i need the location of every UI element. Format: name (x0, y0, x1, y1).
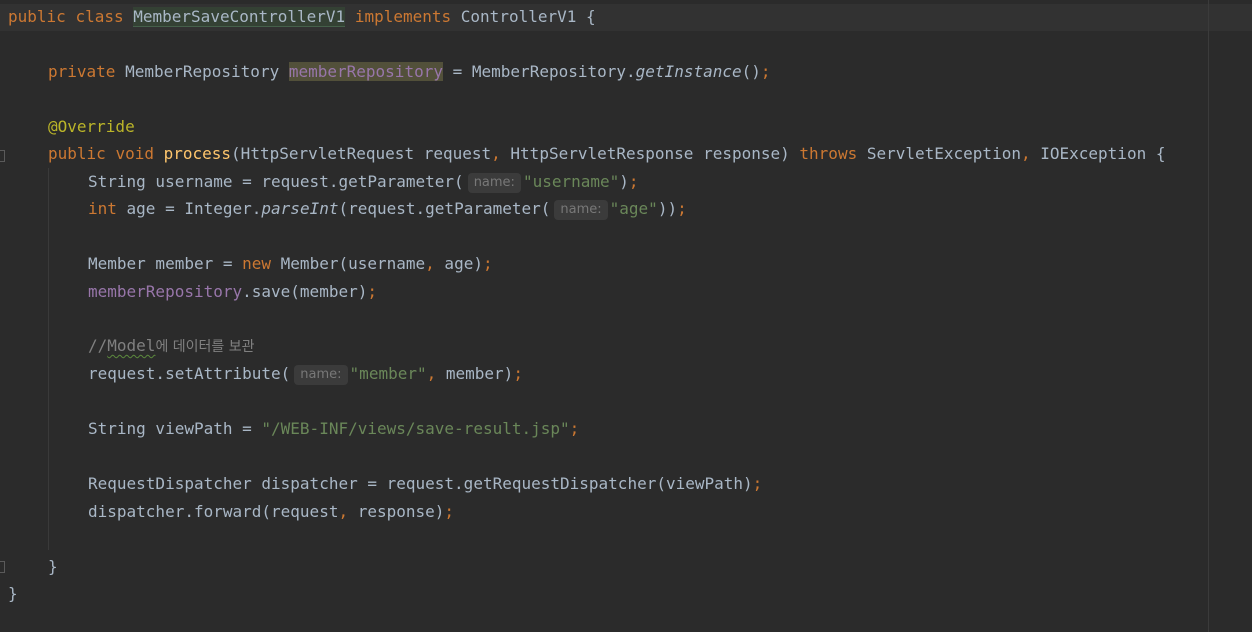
statement-text[interactable]: .save(member) (242, 282, 367, 301)
right-margin-guide (1208, 0, 1209, 632)
call-parens: () (741, 62, 761, 81)
code-line-save[interactable]: memberRepository.save(member); (88, 279, 377, 305)
comma: , (338, 502, 349, 521)
code-line-dispatcher[interactable]: RequestDispatcher dispatcher = request.g… (88, 471, 762, 497)
code-line-forward[interactable]: dispatcher.forward(request, response); (88, 499, 454, 525)
fold-marker-icon[interactable] (0, 561, 5, 573)
parameter-name-hint: name: (294, 365, 348, 385)
statement-text[interactable]: Member(username (271, 254, 426, 273)
close-paren: ) (619, 172, 629, 191)
comma: , (1020, 144, 1031, 163)
code-editor[interactable]: public class MemberSaveControllerV1 impl… (0, 0, 1252, 632)
keyword-private: private (48, 62, 116, 81)
statement-text[interactable]: age) (435, 254, 483, 273)
string-literal[interactable]: "username" (523, 172, 619, 191)
keyword-new: new (242, 254, 272, 273)
exception-servlet[interactable]: ServletException (857, 144, 1021, 163)
open-brace: { (586, 7, 596, 26)
code-line-annotation[interactable]: @Override (48, 114, 135, 140)
code-line-comment[interactable]: //Model에 데이터를 보관 (88, 333, 255, 359)
code-line-field-declaration[interactable]: private MemberRepository memberRepositor… (48, 59, 771, 85)
method-params-response[interactable]: HttpServletResponse response) (501, 144, 800, 163)
statement-text[interactable]: (request.getParameter( (338, 199, 550, 218)
code-line-age[interactable]: int age = Integer.parseInt(request.getPa… (88, 196, 687, 222)
statement-text[interactable]: request.setAttribute( (88, 364, 290, 383)
keyword-void: void (115, 144, 154, 163)
code-line-method-declaration[interactable]: public void process(HttpServletRequest r… (48, 141, 1165, 167)
parameter-name-hint: name: (554, 200, 608, 220)
parameter-name-hint: name: (467, 173, 521, 193)
semicolon: ; (569, 419, 580, 438)
class-name[interactable]: MemberSaveControllerV1 (133, 7, 346, 27)
close-paren: )) (657, 199, 678, 218)
field-name[interactable]: memberRepository (288, 62, 443, 81)
method-name[interactable]: process (164, 144, 231, 163)
field-type[interactable]: MemberRepository (125, 62, 279, 81)
statement-text[interactable]: response) (348, 502, 445, 521)
string-literal[interactable]: "member" (350, 364, 427, 383)
semicolon: ; (628, 172, 639, 191)
code-line-view-path[interactable]: String viewPath = "/WEB-INF/views/save-r… (88, 416, 579, 442)
statement-text[interactable]: member) (436, 364, 513, 383)
comment-text: 에 데이터를 보관 (155, 339, 255, 355)
field-reference[interactable]: memberRepository (88, 282, 242, 301)
comment-slashes: // (88, 336, 108, 355)
statement-text[interactable]: dispatcher.forward(request (88, 502, 338, 521)
semicolon: ; (482, 254, 493, 273)
keyword-public: public (48, 144, 106, 163)
statement-text[interactable]: String viewPath = (88, 419, 261, 438)
comment-typo-word[interactable]: Model (107, 336, 155, 355)
exception-io[interactable]: IOException { (1031, 144, 1165, 163)
code-line-method-close[interactable]: } (48, 554, 58, 580)
comma: , (491, 144, 501, 163)
code-line-class-close[interactable]: } (8, 581, 18, 607)
method-params-request[interactable]: (HttpServletRequest request (231, 144, 491, 163)
code-line-class-declaration[interactable]: public class MemberSaveControllerV1 impl… (8, 4, 596, 30)
keyword-class: class (75, 7, 124, 26)
string-literal[interactable]: "age" (610, 199, 658, 218)
comma: , (426, 364, 437, 383)
comma: , (425, 254, 435, 273)
statement-text[interactable]: Member member = (88, 254, 242, 273)
code-line-set-attribute[interactable]: request.setAttribute(name: "member", memb… (88, 361, 523, 387)
static-method-call[interactable]: parseInt (261, 199, 338, 218)
semicolon: ; (513, 364, 523, 383)
keyword-public: public (8, 7, 66, 26)
keyword-int: int (88, 199, 117, 218)
indent-guide (48, 168, 49, 550)
fold-marker-icon[interactable] (0, 150, 5, 162)
semicolon: ; (752, 474, 763, 493)
string-literal[interactable]: "/WEB-INF/views/save-result.jsp" (261, 419, 569, 438)
static-method-call[interactable]: getInstance (636, 62, 742, 81)
statement-text[interactable]: String username = request.getParameter( (88, 172, 464, 191)
code-line-username[interactable]: String username = request.getParameter(n… (88, 169, 639, 195)
semicolon: ; (444, 502, 455, 521)
keyword-throws: throws (799, 144, 858, 163)
call-target[interactable]: MemberRepository. (472, 62, 636, 81)
statement-text[interactable]: age = Integer. (117, 199, 262, 218)
semicolon: ; (677, 199, 687, 218)
assign-operator: = (452, 62, 463, 81)
semicolon: ; (367, 282, 377, 301)
statement-text[interactable]: RequestDispatcher dispatcher = request.g… (88, 474, 753, 493)
code-line-member[interactable]: Member member = new Member(username, age… (88, 251, 493, 277)
keyword-implements: implements (354, 7, 452, 26)
semicolon: ; (760, 62, 771, 81)
interface-name[interactable]: ControllerV1 (461, 7, 577, 26)
